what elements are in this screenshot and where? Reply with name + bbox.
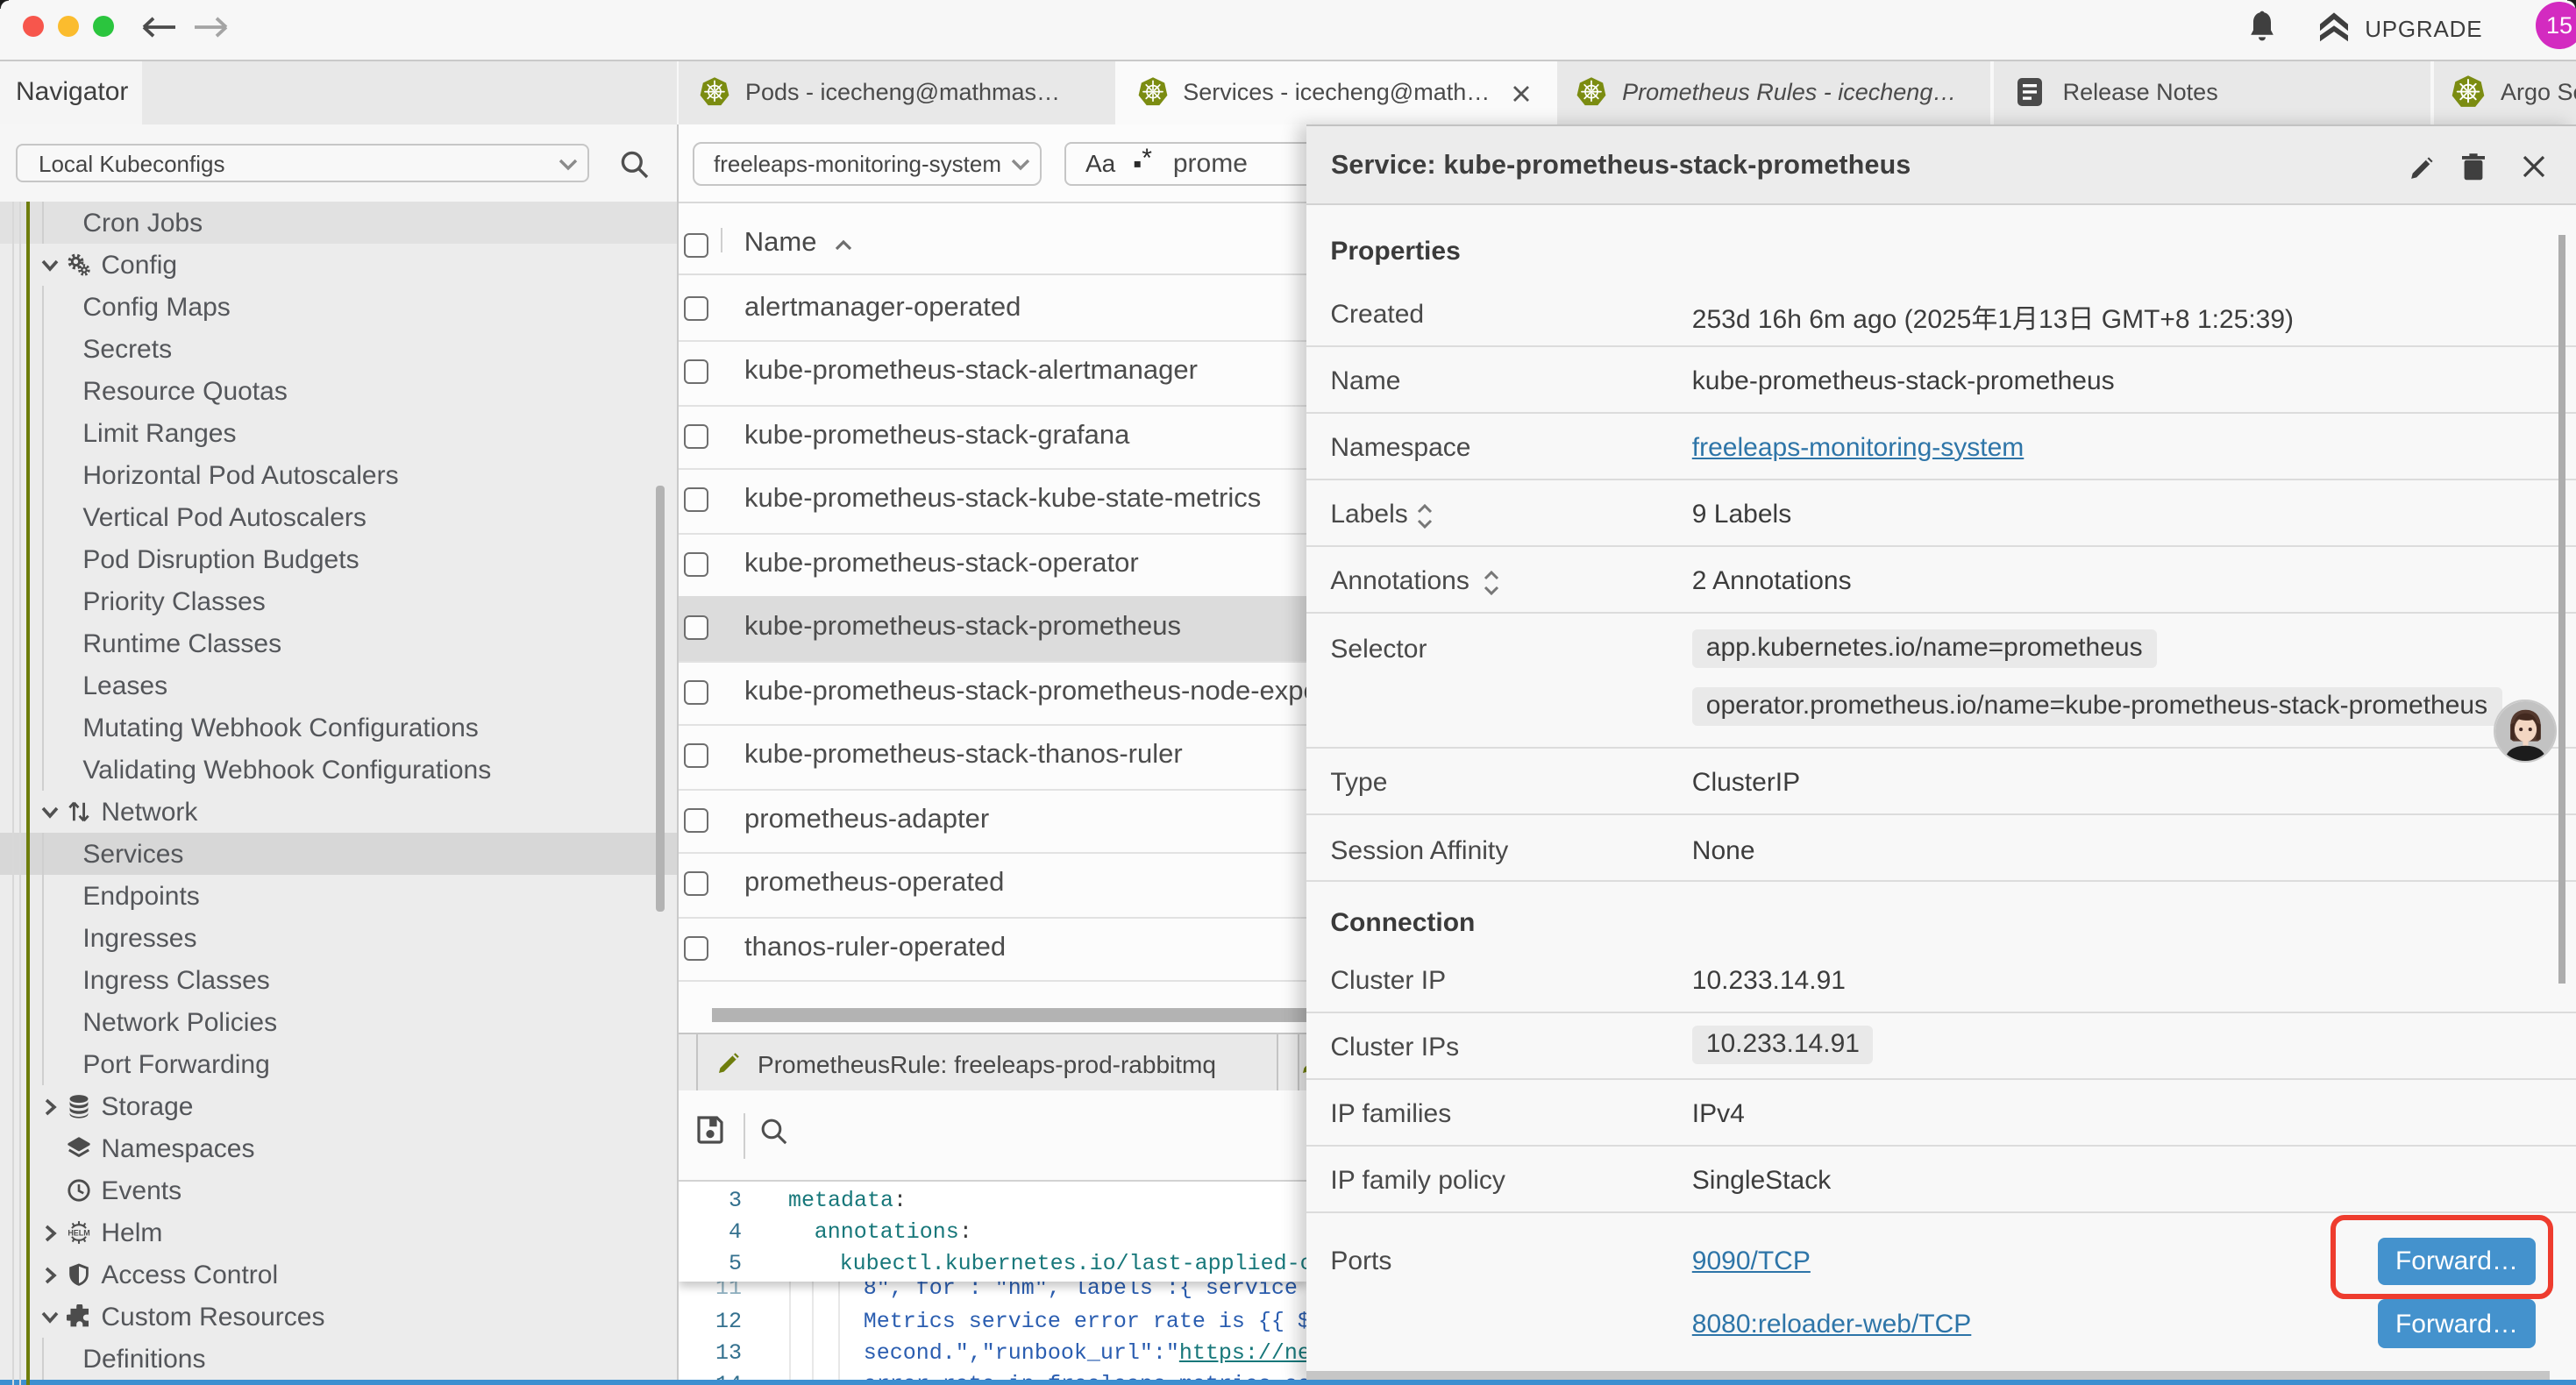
- svg-text:HELM: HELM: [68, 1229, 89, 1238]
